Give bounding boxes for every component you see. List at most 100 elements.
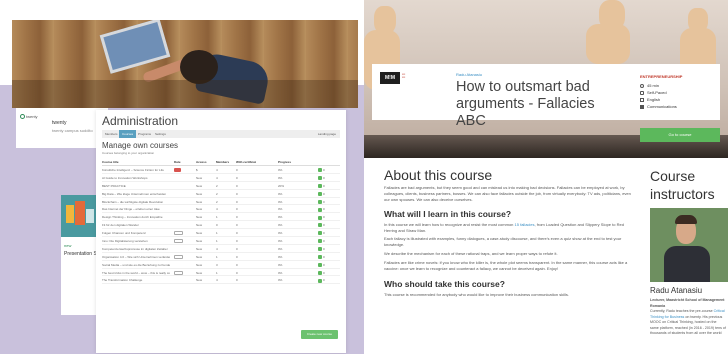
actions-cell[interactable]: 0 bbox=[318, 213, 340, 221]
course-title-cell[interactable]: The Transformation Challenge bbox=[102, 276, 170, 284]
meta-topic: Communications bbox=[640, 103, 720, 110]
meta-duration: 45 min bbox=[640, 82, 720, 89]
square-icon bbox=[640, 104, 644, 109]
highlight-link[interactable]: 15 fallacies bbox=[515, 222, 535, 227]
course-title-cell[interactable]: The best tricks in the world – wow – thi… bbox=[102, 269, 170, 277]
table-row[interactable]: AI Guide to Innovation Workshops New 4 0 0% 0 bbox=[102, 174, 340, 182]
instructor-photo bbox=[650, 208, 728, 282]
course-title-cell[interactable]: AI Guide to Innovation Workshops bbox=[102, 174, 170, 182]
who-text: This course is recommended for anybody w… bbox=[384, 292, 569, 297]
course-title-cell[interactable]: Organisation 4.0 – Wie sich Unternehmen … bbox=[102, 253, 170, 261]
edit-icon[interactable] bbox=[318, 168, 322, 173]
course-title-cell[interactable]: Folgen Chancen und Kompetenz bbox=[102, 229, 170, 237]
edit-icon[interactable] bbox=[318, 239, 322, 244]
course-title-cell[interactable]: Blockchain – die wichtigste digitale Rev… bbox=[102, 198, 170, 206]
table-row[interactable]: Blockchain – die wichtigste digitale Rev… bbox=[102, 198, 340, 206]
table-row[interactable]: Fit für den digitalen Wandel New 0 0 0% 0 bbox=[102, 221, 340, 230]
edit-icon[interactable] bbox=[318, 247, 322, 252]
table-row[interactable]: Social Media – und wie es die Beziehung … bbox=[102, 261, 340, 269]
course-title-cell[interactable]: Social Media – und wie es die Beziehung … bbox=[102, 261, 170, 269]
access-cell: New bbox=[196, 175, 203, 180]
tab-members[interactable]: Members bbox=[102, 130, 121, 138]
course-title-cell[interactable]: Design Thinking – Innovation durch Empat… bbox=[102, 213, 170, 221]
actions-cell[interactable]: 0 bbox=[318, 174, 340, 182]
actions-cell[interactable]: 0 bbox=[318, 182, 340, 190]
table-row[interactable]: Künstliche Intelligenz – Science Fiction… bbox=[102, 166, 340, 174]
table-row[interactable]: Folgen Chancen und Kompetenz New 1 0 0% 0 bbox=[102, 229, 340, 238]
course-title-cell[interactable]: Das Internet der Dinge – erleben einer I… bbox=[102, 205, 170, 213]
course-meta: ENTREPRENEURSHIP 45 min Self-Paced Engli… bbox=[640, 74, 720, 134]
table-row[interactable]: The Transformation Challenge New 4 0 0% 0 bbox=[102, 276, 340, 285]
course-title-cell[interactable]: Fit für den digitalen Wandel bbox=[102, 221, 170, 229]
course-card[interactable]: new Presentation S bbox=[61, 195, 99, 315]
status-badge bbox=[174, 231, 184, 236]
edit-icon[interactable] bbox=[318, 231, 322, 236]
about-text: Fallacies are bad arguments, but they se… bbox=[384, 185, 631, 202]
actions-cell[interactable]: 0 bbox=[318, 229, 340, 237]
actions-cell[interactable]: 0 bbox=[318, 253, 340, 261]
course-thumbnail bbox=[61, 195, 99, 237]
puppet-head bbox=[599, 0, 625, 30]
edit-icon[interactable] bbox=[318, 215, 322, 220]
flag-icon bbox=[640, 97, 644, 102]
table-row[interactable]: BEST PRACTICE New 2 0 20% 0 bbox=[102, 182, 340, 190]
actions-cell[interactable]: 0 bbox=[318, 276, 340, 284]
status-badge bbox=[174, 239, 184, 244]
edit-icon[interactable] bbox=[318, 262, 322, 267]
actions-cell[interactable]: 0 bbox=[318, 190, 340, 198]
certificate-cell: 0 bbox=[236, 175, 238, 180]
actions-cell[interactable]: 0 bbox=[318, 261, 340, 269]
hero-photo-laptop bbox=[12, 20, 358, 108]
table-row[interactable]: Big Data – Wie kluge Unternehmen entsche… bbox=[102, 190, 340, 198]
edit-icon[interactable] bbox=[318, 270, 322, 275]
actions-cell[interactable]: 0 bbox=[318, 166, 340, 174]
access-cell: New bbox=[196, 246, 203, 251]
tab-courses[interactable]: Courses bbox=[119, 130, 137, 138]
access-cell: New bbox=[196, 270, 203, 275]
table-row[interactable]: The best tricks in the world – wow – thi… bbox=[102, 269, 340, 277]
course-title-cell[interactable]: BEST PRACTICE bbox=[102, 182, 170, 190]
members-cell: 2 bbox=[216, 199, 218, 204]
course-title-cell[interactable]: Big Data – Wie kluge Unternehmen entsche… bbox=[102, 190, 170, 198]
course-card-label: new bbox=[64, 243, 72, 248]
tab-settings[interactable]: Settings bbox=[152, 130, 169, 138]
status-badge bbox=[174, 255, 184, 259]
actions-cell[interactable]: 0 bbox=[318, 198, 340, 206]
campus-name: twenty bbox=[52, 120, 67, 126]
go-to-course-button[interactable]: Go to course bbox=[640, 128, 720, 142]
edit-icon[interactable] bbox=[318, 183, 322, 188]
edit-icon[interactable] bbox=[318, 176, 322, 181]
progress-cell: 0% bbox=[278, 231, 283, 236]
course-title-cell[interactable]: Inno: Die Digitalisierung verstehen bbox=[102, 237, 170, 245]
edit-icon[interactable] bbox=[318, 199, 322, 204]
edit-icon[interactable] bbox=[318, 223, 322, 228]
actions-cell[interactable]: 0 bbox=[318, 269, 340, 277]
actions-cell[interactable]: 0 bbox=[318, 205, 340, 213]
landing-page-link[interactable]: Landing page bbox=[318, 130, 336, 138]
create-course-button[interactable]: Create new course bbox=[300, 330, 338, 339]
course-author[interactable]: Radu Atanasiu bbox=[456, 72, 482, 77]
table-row[interactable]: Das Internet der Dinge – erleben einer I… bbox=[102, 205, 340, 214]
instructors-heading: Course instructors bbox=[650, 168, 715, 202]
table-row[interactable]: Kompetenzerwerbsprozesse im digitalen Ze… bbox=[102, 245, 340, 253]
actions-cell[interactable]: 0 bbox=[318, 221, 340, 229]
actions-cell[interactable]: 0 bbox=[318, 245, 340, 253]
members-cell: 2 bbox=[216, 183, 218, 188]
col-header: Date bbox=[174, 160, 181, 164]
edit-icon[interactable] bbox=[318, 207, 322, 212]
course-title-cell[interactable]: Künstliche Intelligenz – Science Fiction… bbox=[102, 166, 170, 174]
table-row[interactable]: Organisation 4.0 – Wie sich Unternehmen … bbox=[102, 253, 340, 261]
actions-cell[interactable]: 0 bbox=[318, 237, 340, 245]
edit-icon[interactable] bbox=[318, 191, 322, 196]
access-cell: New bbox=[196, 191, 203, 196]
edit-icon[interactable] bbox=[318, 255, 322, 259]
certificate-cell: 0 bbox=[236, 215, 238, 220]
certificate-cell: 0 bbox=[236, 239, 238, 244]
members-cell: 1 bbox=[216, 270, 218, 275]
course-title-cell[interactable]: Kompetenzerwerbsprozesse im digitalen Ze… bbox=[102, 245, 170, 253]
edit-icon[interactable] bbox=[318, 278, 322, 283]
members-cell: 3 bbox=[216, 262, 218, 267]
date-cell bbox=[174, 229, 190, 237]
table-row[interactable]: Inno: Die Digitalisierung verstehen New 1… bbox=[102, 237, 340, 245]
table-row[interactable]: Design Thinking – Innovation durch Empat… bbox=[102, 213, 340, 222]
